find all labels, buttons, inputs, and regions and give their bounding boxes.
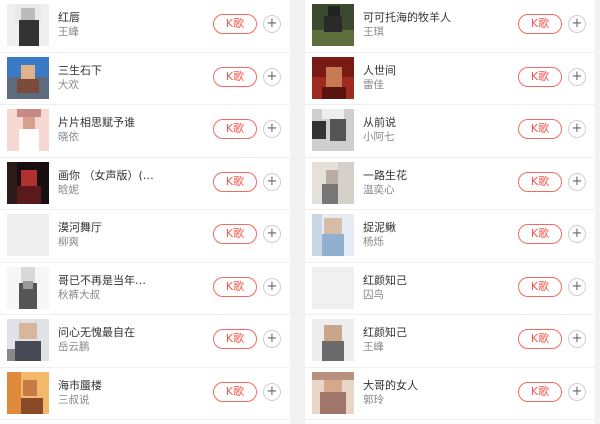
album-cover-image[interactable] bbox=[7, 371, 49, 414]
album-cover-image[interactable] bbox=[312, 266, 354, 309]
song-title[interactable]: 大哥的女人 bbox=[363, 377, 473, 393]
song-title[interactable]: 红唇 bbox=[58, 9, 168, 25]
song-title[interactable]: 从前说 bbox=[363, 114, 473, 130]
song-title[interactable]: 漠河舞厅 bbox=[58, 219, 168, 235]
song-artist[interactable]: 晗妮 bbox=[58, 182, 168, 197]
plus-circle-icon[interactable]: + bbox=[568, 67, 586, 86]
song-artist[interactable]: 王峰 bbox=[58, 24, 168, 39]
song-list-left: 红唇 王峰 K歌 + 三生石下 大欢 K歌 + 片片相思赋予谁 晓依 K歌 + 画你 （女声版）(… 晗妮… bbox=[0, 0, 290, 424]
plus-circle-icon[interactable]: + bbox=[263, 120, 281, 138]
song-artist[interactable]: 雷佳 bbox=[363, 77, 473, 92]
song-title[interactable]: 可可托海的牧羊人 bbox=[363, 9, 473, 25]
song-row[interactable]: 捉泥鳅 杨烁 K歌 + bbox=[305, 210, 595, 263]
song-artist[interactable]: 囚鸟 bbox=[363, 287, 473, 302]
song-row[interactable]: 大哥的女人 郭玲 K歌 + bbox=[305, 368, 595, 420]
song-artist[interactable]: 秋裤大叔 bbox=[58, 287, 168, 302]
song-title[interactable]: 画你 （女声版）(… bbox=[58, 167, 168, 183]
song-row[interactable]: 漠河舞厅 柳爽 K歌 + bbox=[0, 210, 290, 263]
karaoke-button[interactable]: K歌 bbox=[213, 119, 257, 139]
album-cover-image[interactable] bbox=[7, 266, 49, 309]
song-row[interactable]: 红唇 王峰 K歌 + bbox=[0, 0, 290, 53]
song-row[interactable]: 画你 （女声版）(… 晗妮 K歌 + bbox=[0, 158, 290, 210]
album-cover-image[interactable] bbox=[312, 56, 354, 99]
song-artist[interactable]: 王琪 bbox=[363, 24, 473, 39]
plus-circle-icon[interactable]: + bbox=[568, 225, 586, 243]
song-artist[interactable]: 王峰 bbox=[363, 339, 473, 354]
song-row[interactable]: 三生石下 大欢 K歌 + bbox=[0, 53, 290, 105]
album-cover-image[interactable] bbox=[7, 214, 49, 256]
plus-circle-icon[interactable]: + bbox=[568, 172, 586, 191]
song-title[interactable]: 海市蜃楼 bbox=[58, 377, 168, 393]
song-artist[interactable]: 小阿七 bbox=[363, 129, 473, 144]
song-title[interactable]: 哥已不再是当年… bbox=[58, 272, 168, 288]
karaoke-button[interactable]: K歌 bbox=[213, 381, 257, 402]
song-artist[interactable]: 大欢 bbox=[58, 77, 168, 92]
plus-circle-icon[interactable]: + bbox=[568, 277, 586, 296]
plus-circle-icon[interactable]: + bbox=[568, 382, 586, 401]
song-row[interactable]: 哥已不再是当年… 秋裤大叔 K歌 + bbox=[0, 263, 290, 315]
song-title[interactable]: 三生石下 bbox=[58, 62, 168, 78]
karaoke-button[interactable]: K歌 bbox=[518, 224, 562, 244]
song-title[interactable]: 片片相思赋予谁 bbox=[58, 114, 168, 130]
plus-circle-icon[interactable]: + bbox=[568, 120, 586, 138]
karaoke-button[interactable]: K歌 bbox=[213, 171, 257, 192]
album-cover-image[interactable] bbox=[7, 319, 49, 361]
song-row[interactable]: 从前说 小阿七 K歌 + bbox=[305, 105, 595, 158]
song-title[interactable]: 红颜知己 bbox=[363, 324, 473, 340]
song-artist[interactable]: 晓依 bbox=[58, 129, 168, 144]
song-row[interactable]: 人世间 雷佳 K歌 + bbox=[305, 53, 595, 105]
song-row[interactable]: 片片相思赋予谁 晓依 K歌 + bbox=[0, 105, 290, 158]
plus-circle-icon[interactable]: + bbox=[263, 330, 281, 348]
song-row[interactable]: 一路生花 温奕心 K歌 + bbox=[305, 158, 595, 210]
karaoke-button[interactable]: K歌 bbox=[518, 329, 562, 349]
plus-circle-icon[interactable]: + bbox=[263, 277, 281, 296]
song-list-page: 红唇 王峰 K歌 + 三生石下 大欢 K歌 + 片片相思赋予谁 晓依 K歌 + 画你 （女声版）(… 晗妮… bbox=[0, 0, 600, 424]
plus-circle-icon[interactable]: + bbox=[568, 15, 586, 33]
song-row[interactable]: 可可托海的牧羊人 王琪 K歌 + bbox=[305, 0, 595, 53]
album-cover-image[interactable] bbox=[7, 4, 49, 46]
album-cover-image[interactable] bbox=[312, 161, 354, 204]
plus-circle-icon[interactable]: + bbox=[263, 225, 281, 243]
album-cover-image[interactable] bbox=[312, 4, 354, 46]
song-title[interactable]: 人世间 bbox=[363, 62, 473, 78]
album-cover-image[interactable] bbox=[312, 214, 354, 256]
plus-circle-icon[interactable]: + bbox=[263, 172, 281, 191]
song-artist[interactable]: 三叔说 bbox=[58, 392, 168, 407]
karaoke-button[interactable]: K歌 bbox=[518, 381, 562, 402]
karaoke-button[interactable]: K歌 bbox=[213, 14, 257, 34]
song-artist[interactable]: 柳爽 bbox=[58, 234, 168, 249]
plus-circle-icon[interactable]: + bbox=[568, 330, 586, 348]
album-cover-image[interactable] bbox=[7, 109, 49, 151]
karaoke-button[interactable]: K歌 bbox=[213, 66, 257, 87]
album-cover-image[interactable] bbox=[312, 371, 354, 414]
karaoke-button[interactable]: K歌 bbox=[518, 66, 562, 87]
song-row[interactable]: 问心无愧最自在 岳云鹏 K歌 + bbox=[0, 315, 290, 368]
song-title[interactable]: 问心无愧最自在 bbox=[58, 324, 168, 340]
song-row[interactable]: 海市蜃楼 三叔说 K歌 + bbox=[0, 368, 290, 420]
plus-circle-icon[interactable]: + bbox=[263, 382, 281, 401]
song-artist[interactable]: 杨烁 bbox=[363, 234, 473, 249]
song-artist[interactable]: 岳云鹏 bbox=[58, 339, 168, 354]
plus-circle-icon[interactable]: + bbox=[263, 15, 281, 33]
album-cover-image[interactable] bbox=[7, 56, 49, 99]
album-cover-image[interactable] bbox=[312, 319, 354, 361]
karaoke-button[interactable]: K歌 bbox=[518, 276, 562, 297]
karaoke-button[interactable]: K歌 bbox=[213, 276, 257, 297]
album-cover-image[interactable] bbox=[7, 161, 49, 204]
karaoke-button[interactable]: K歌 bbox=[213, 329, 257, 349]
song-row[interactable]: 红颜知己 王峰 K歌 + bbox=[305, 315, 595, 368]
song-title[interactable]: 一路生花 bbox=[363, 167, 473, 183]
song-title[interactable]: 捉泥鳅 bbox=[363, 219, 473, 235]
karaoke-button[interactable]: K歌 bbox=[518, 14, 562, 34]
karaoke-button[interactable]: K歌 bbox=[213, 224, 257, 244]
karaoke-button[interactable]: K歌 bbox=[518, 171, 562, 192]
song-artist[interactable]: 温奕心 bbox=[363, 182, 473, 197]
song-list-right: 可可托海的牧羊人 王琪 K歌 + 人世间 雷佳 K歌 + 从前说 小阿七 K歌 + 一路生花 温奕心 K歌 +… bbox=[305, 0, 595, 424]
song-row[interactable]: 红颜知己 囚鸟 K歌 + bbox=[305, 263, 595, 315]
plus-circle-icon[interactable]: + bbox=[263, 67, 281, 86]
album-cover-image[interactable] bbox=[312, 109, 354, 151]
song-title[interactable]: 红颜知己 bbox=[363, 272, 473, 288]
karaoke-button[interactable]: K歌 bbox=[518, 119, 562, 139]
song-artist[interactable]: 郭玲 bbox=[363, 392, 473, 407]
